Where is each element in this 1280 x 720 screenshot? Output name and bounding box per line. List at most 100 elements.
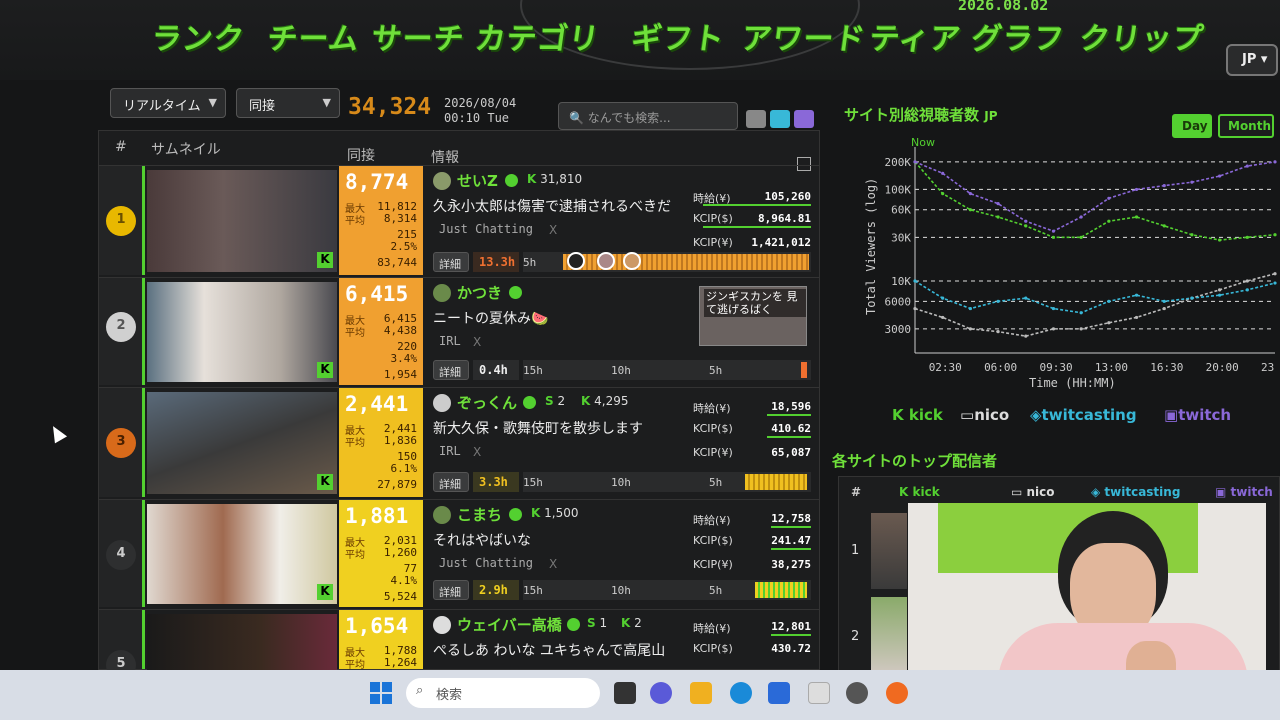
legend-kick[interactable]: K kick bbox=[892, 406, 943, 424]
stream-thumbnail[interactable]: K bbox=[147, 282, 337, 382]
table-row[interactable]: 5 1,654 最大 1,788 平均 1,264 ウェイバー高橋 S 1 K … bbox=[99, 609, 819, 680]
nico-filter-icon[interactable] bbox=[746, 110, 766, 128]
viewers-cell: 1,654 最大 1,788 平均 1,264 bbox=[339, 610, 423, 671]
streamer-name[interactable]: せいZ bbox=[457, 170, 498, 191]
verified-icon bbox=[509, 286, 522, 299]
earning-bar bbox=[703, 204, 811, 206]
taskbar-search[interactable]: ⌕ 検索 bbox=[406, 678, 600, 708]
stream-title: 新大久保・歌舞伎町を散歩します bbox=[433, 421, 643, 437]
chart-ytick-label: 30K bbox=[891, 231, 911, 244]
kick-follower-count: 31,810 bbox=[540, 172, 583, 186]
mode-select[interactable]: リアルタイム ▼ bbox=[110, 88, 226, 118]
x-icon[interactable]: X bbox=[473, 335, 481, 349]
streamer-name[interactable]: ぞっくん bbox=[457, 392, 517, 413]
language-select[interactable]: JP ▾ bbox=[1226, 44, 1278, 76]
top-header-twitch[interactable]: ▣ twitch bbox=[1215, 485, 1273, 499]
top-header-nico-label: nico bbox=[1026, 485, 1055, 499]
windows-start-icon[interactable] bbox=[370, 682, 392, 704]
stream-thumbnail[interactable]: K bbox=[147, 170, 337, 272]
chart-ytick-label: 100K bbox=[885, 183, 912, 196]
table-row[interactable]: 3 K 2,441 最大 2,441 平均 1,836 150 6.1% 27,… bbox=[99, 387, 819, 497]
search-input[interactable]: 🔍 なんでも検索... bbox=[558, 102, 738, 130]
nav-rank[interactable]: ランク bbox=[149, 14, 248, 58]
detail-button[interactable]: 詳細 bbox=[433, 360, 469, 380]
chart-ytick-label: 6000 bbox=[885, 295, 912, 308]
stream-category[interactable]: Just Chatting bbox=[439, 556, 533, 570]
legend-nico[interactable]: ▭nico bbox=[960, 406, 1009, 424]
timeline-bars bbox=[801, 362, 807, 378]
streamer-name[interactable]: こまち bbox=[457, 504, 502, 525]
legend-twitch[interactable]: ▣twitch bbox=[1164, 406, 1231, 424]
nav-graph[interactable]: グラフ bbox=[969, 14, 1068, 58]
stream-title: ぺるしあ わいな ユキちゃんで高尾山 bbox=[433, 643, 666, 659]
twitch-filter-icon[interactable] bbox=[794, 110, 814, 128]
task-view-icon[interactable] bbox=[614, 682, 636, 704]
edge-browser-icon[interactable] bbox=[730, 682, 752, 704]
s-follower-count: 2 bbox=[557, 394, 566, 408]
data-point-kick bbox=[1107, 219, 1111, 223]
nav-team[interactable]: チーム bbox=[265, 14, 363, 58]
top-header-kick[interactable]: K kick bbox=[899, 485, 940, 499]
chat-app-icon[interactable] bbox=[650, 682, 672, 704]
clip-preview[interactable]: ジンギスカンを 見て逃げるばく bbox=[699, 286, 807, 346]
top-header-nico[interactable]: ▭ nico bbox=[1011, 485, 1055, 499]
current-datetime: 2026/08/04 00:10 Tue bbox=[444, 96, 516, 126]
dell-icon[interactable] bbox=[846, 682, 868, 704]
legend-twitch-label: twitch bbox=[1178, 406, 1232, 424]
table-row[interactable]: 1 K 8,774 最大 11,812 平均 8,314 215 2.5% 83… bbox=[99, 165, 819, 275]
x-icon[interactable]: X bbox=[549, 223, 557, 237]
chart-xtick-label: 13:00 bbox=[1095, 361, 1128, 374]
stream-thumbnail[interactable]: K bbox=[147, 504, 337, 604]
data-point-twitch bbox=[1190, 180, 1194, 184]
chart-ytick-label: 60K bbox=[891, 204, 911, 217]
paint-icon[interactable] bbox=[808, 682, 830, 704]
top-rank: 2 bbox=[851, 629, 860, 644]
nav-award[interactable]: アワード bbox=[739, 14, 869, 58]
detail-button[interactable]: 詳細 bbox=[433, 252, 469, 272]
stream-info: かつき ニートの夏休み🍉 IRL X ジンギスカンを 見て逃げるばく 詳細 0.… bbox=[431, 278, 817, 385]
chevron-down-icon: ▼ bbox=[322, 96, 331, 109]
detail-button[interactable]: 詳細 bbox=[433, 472, 469, 492]
detail-button[interactable]: 詳細 bbox=[433, 580, 469, 600]
streamer-name[interactable]: かつき bbox=[457, 282, 502, 303]
timeline-label: 10h bbox=[611, 476, 631, 489]
data-point-nico bbox=[1245, 279, 1249, 283]
store-icon[interactable] bbox=[768, 682, 790, 704]
nav-search[interactable]: サーチ bbox=[369, 14, 468, 58]
firefox-icon[interactable] bbox=[886, 682, 908, 704]
guest-avatar bbox=[623, 252, 641, 270]
data-point-kick bbox=[1051, 235, 1056, 239]
file-explorer-icon[interactable] bbox=[690, 682, 712, 704]
timeline-label: 5h bbox=[523, 256, 537, 269]
data-point-kick bbox=[1273, 233, 1277, 237]
rank-badge: 3 bbox=[106, 428, 136, 458]
chart-ytick-label: 10K bbox=[891, 275, 911, 288]
table-row[interactable]: 2 K 6,415 最大 6,415 平均 4,438 220 3.4% 1,9… bbox=[99, 277, 819, 385]
stream-category[interactable]: IRL bbox=[439, 444, 461, 458]
nav-clip[interactable]: クリップ bbox=[1077, 14, 1207, 58]
stream-category[interactable]: Just Chatting bbox=[439, 222, 533, 236]
rank-cell: 1 bbox=[99, 166, 145, 275]
stream-thumbnail[interactable]: K bbox=[147, 392, 337, 494]
nav-gift[interactable]: ギフト bbox=[629, 14, 728, 58]
twitcasting-filter-icon[interactable] bbox=[770, 110, 790, 128]
data-point-nico bbox=[1079, 327, 1083, 331]
top-header-twitcasting[interactable]: ◈ twitcasting bbox=[1091, 485, 1180, 499]
stream-timeline: 15h 10h 5h bbox=[523, 360, 811, 380]
x-icon[interactable]: X bbox=[549, 557, 557, 571]
x-icon[interactable]: X bbox=[473, 445, 481, 459]
data-point-twitch bbox=[1273, 160, 1277, 164]
table-row[interactable]: 4 K 1,881 最大 2,031 平均 1,260 77 4.1% 5,52… bbox=[99, 499, 819, 607]
stream-title: 久永小太郎は傷害で逮捕されるべきだ bbox=[433, 199, 671, 215]
nav-tier[interactable]: ティア bbox=[867, 14, 964, 58]
viewers-chart-svg: Now Total Viewers (log) Time (HH:MM) 200… bbox=[864, 136, 1277, 390]
stream-category[interactable]: IRL bbox=[439, 334, 461, 348]
earning-value: 241.47 bbox=[771, 534, 811, 547]
legend-twitcasting[interactable]: ◈twitcasting bbox=[1030, 406, 1137, 424]
stream-thumbnail[interactable] bbox=[147, 614, 337, 670]
streamer-name[interactable]: ウェイバー高橋 bbox=[457, 614, 562, 635]
top-streamer-thumbnail[interactable] bbox=[871, 597, 907, 673]
nav-category[interactable]: カテゴリ bbox=[473, 14, 603, 58]
metric-select[interactable]: 同接 ▼ bbox=[236, 88, 340, 118]
top-streamer-thumbnail[interactable] bbox=[871, 513, 907, 589]
